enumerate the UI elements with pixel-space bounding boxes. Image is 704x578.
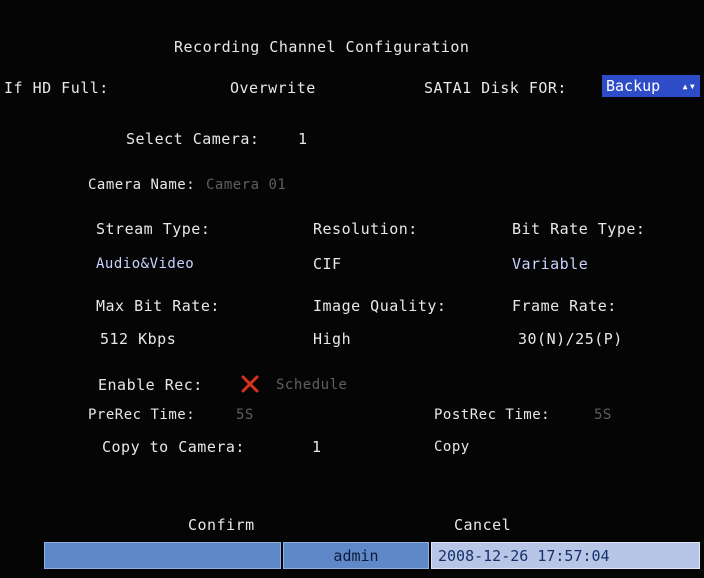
cancel-button[interactable]: Cancel [454, 516, 511, 534]
stream-type-label: Stream Type: [96, 220, 211, 238]
bit-rate-type-label: Bit Rate Type: [512, 220, 646, 238]
frame-rate-select[interactable]: 30(N)/25(P) [518, 330, 623, 348]
frame-rate-label: Frame Rate: [512, 297, 617, 315]
sata-disk-label: SATA1 Disk FOR: [424, 79, 567, 97]
copy-to-camera-select[interactable]: 1 [312, 438, 322, 456]
max-bit-rate-label: Max Bit Rate: [96, 297, 220, 315]
status-user: admin [283, 542, 429, 569]
hd-full-label: If HD Full: [4, 79, 109, 97]
enable-rec-checkbox[interactable] [240, 374, 260, 394]
confirm-button[interactable]: Confirm [188, 516, 255, 534]
bit-rate-type-select[interactable]: Variable [512, 255, 588, 273]
status-bar: admin 2008-12-26 17:57:04 [44, 542, 700, 569]
max-bit-rate-select[interactable]: 512 Kbps [100, 330, 176, 348]
image-quality-select[interactable]: High [313, 330, 351, 348]
resolution-select[interactable]: CIF [313, 255, 342, 273]
resolution-label: Resolution: [313, 220, 418, 238]
up-down-arrow-icon: ▴▾ [681, 79, 696, 93]
camera-name-label: Camera Name: [88, 177, 196, 193]
status-datetime: 2008-12-26 17:57:04 [431, 542, 700, 569]
copy-to-camera-label: Copy to Camera: [102, 438, 245, 456]
dvr-screen: Recording Channel Configuration If HD Fu… [0, 0, 704, 578]
schedule-button[interactable]: Schedule [276, 376, 347, 394]
hd-full-select[interactable]: Overwrite [230, 79, 316, 97]
sata-disk-select[interactable]: Backup ▴▾ [602, 75, 700, 97]
cross-icon [241, 375, 259, 393]
select-camera-label: Select Camera: [126, 130, 260, 148]
copy-button[interactable]: Copy [434, 438, 470, 456]
sata-disk-value: Backup [606, 77, 661, 95]
status-bar-blank [44, 542, 281, 569]
postrec-time-select[interactable]: 5S [594, 406, 612, 424]
image-quality-label: Image Quality: [313, 297, 447, 315]
prerec-time-label: PreRec Time: [88, 407, 196, 423]
camera-name-field[interactable]: Camera 01 [206, 176, 286, 194]
page-title: Recording Channel Configuration [174, 38, 470, 56]
enable-rec-label: Enable Rec: [98, 376, 203, 394]
prerec-time-select[interactable]: 5S [236, 406, 254, 424]
stream-type-select[interactable]: Audio&Video [96, 255, 194, 273]
postrec-time-label: PostRec Time: [434, 407, 551, 423]
select-camera-value[interactable]: 1 [298, 130, 308, 148]
